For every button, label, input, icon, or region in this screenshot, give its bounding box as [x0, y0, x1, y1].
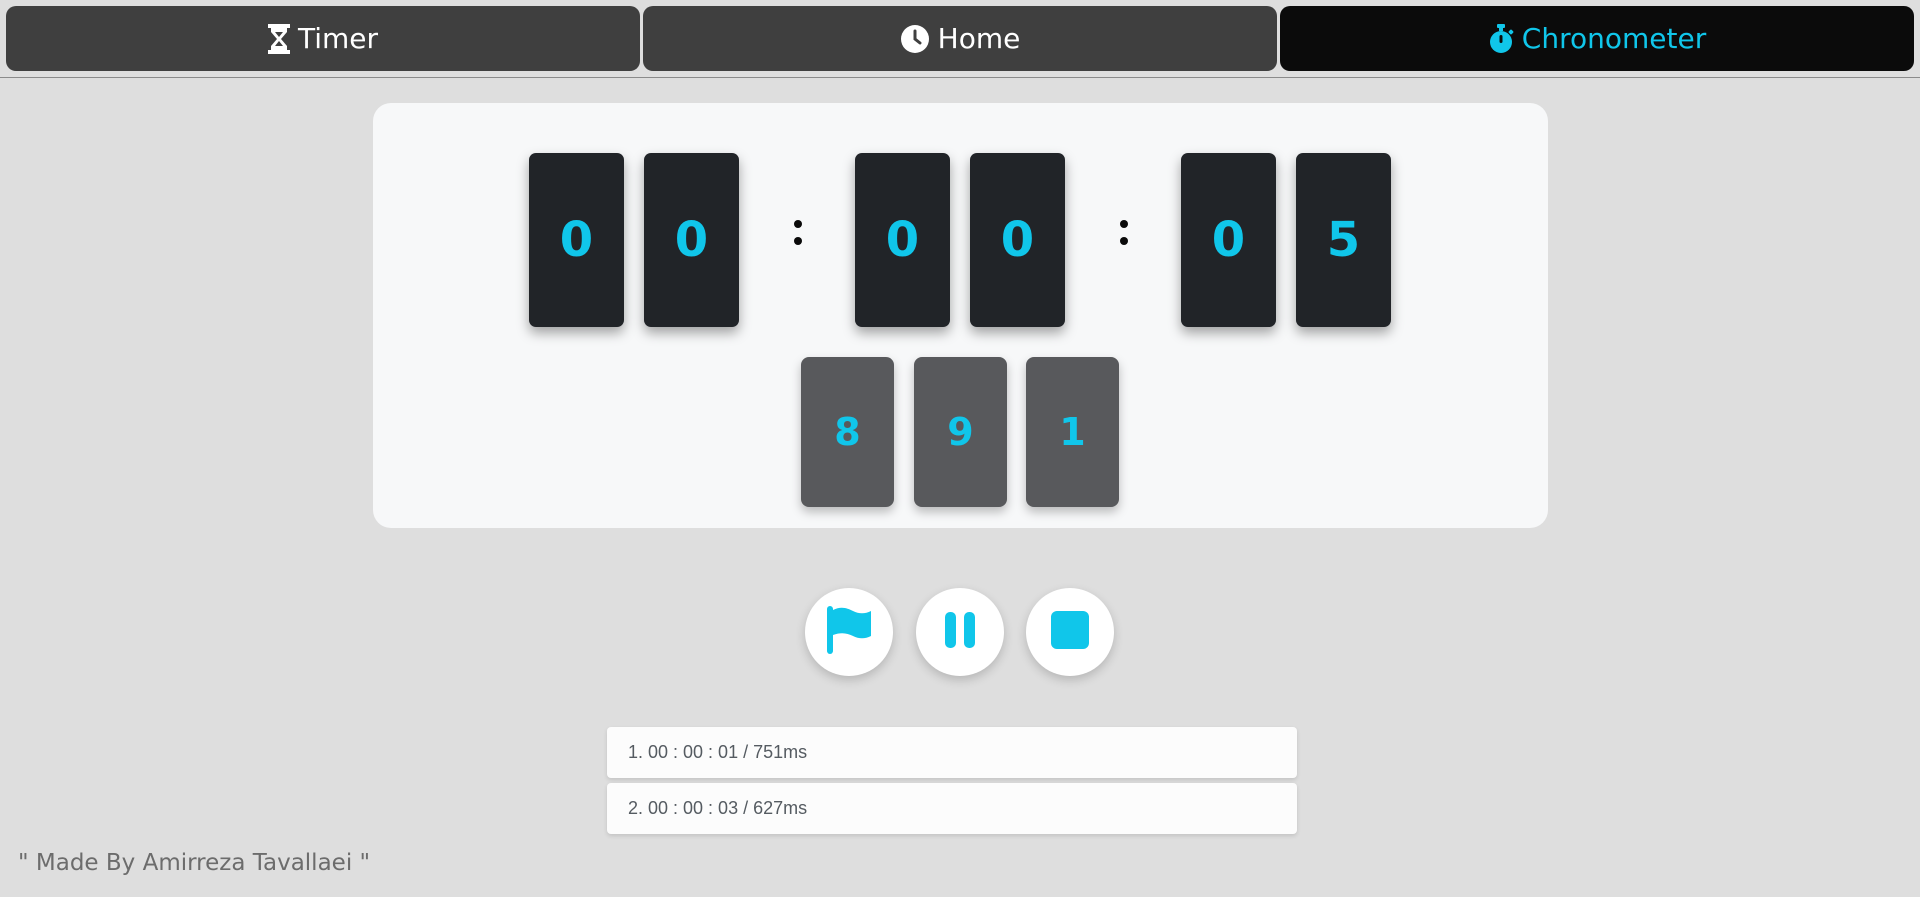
stop-icon — [1051, 611, 1089, 653]
stop-button[interactable] — [1026, 588, 1114, 676]
clock-icon — [900, 24, 930, 54]
tab-label: Timer — [297, 22, 379, 55]
pause-icon — [943, 611, 977, 653]
chronometer-display: 0 0 0 0 0 5 8 9 1 — [373, 103, 1548, 528]
lap-list: 1. 00 : 00 : 01 / 751ms 2. 00 : 00 : 03 … — [607, 727, 1297, 839]
seconds-ones-digit: 5 — [1296, 153, 1391, 327]
minutes-tens-digit: 0 — [855, 153, 950, 327]
lap-button[interactable] — [805, 588, 893, 676]
colon-separator — [793, 213, 803, 253]
tab-chronometer[interactable]: Chronometer — [1280, 6, 1914, 71]
colon-separator — [1119, 213, 1129, 253]
hourglass-icon — [267, 23, 290, 54]
hours-tens-digit: 0 — [529, 153, 624, 327]
lap-item: 2. 00 : 00 : 03 / 627ms — [607, 783, 1297, 834]
pause-button[interactable] — [916, 588, 1004, 676]
lap-item: 1. 00 : 00 : 01 / 751ms — [607, 727, 1297, 778]
stopwatch-icon — [1488, 23, 1514, 54]
tab-home[interactable]: Home — [643, 6, 1277, 71]
flag-icon — [825, 604, 873, 660]
author-credit: " Made By Amirreza Tavallaei " — [18, 850, 371, 876]
seconds-tens-digit: 0 — [1181, 153, 1276, 327]
top-navigation: Timer Home Chronometer — [0, 0, 1920, 78]
tab-label: Chronometer — [1521, 22, 1707, 55]
milliseconds-hundreds-digit: 8 — [801, 357, 894, 507]
milliseconds-tens-digit: 9 — [914, 357, 1007, 507]
tab-label: Home — [937, 22, 1021, 55]
minutes-ones-digit: 0 — [970, 153, 1065, 327]
hours-ones-digit: 0 — [644, 153, 739, 327]
milliseconds-ones-digit: 1 — [1026, 357, 1119, 507]
tab-timer[interactable]: Timer — [6, 6, 640, 71]
